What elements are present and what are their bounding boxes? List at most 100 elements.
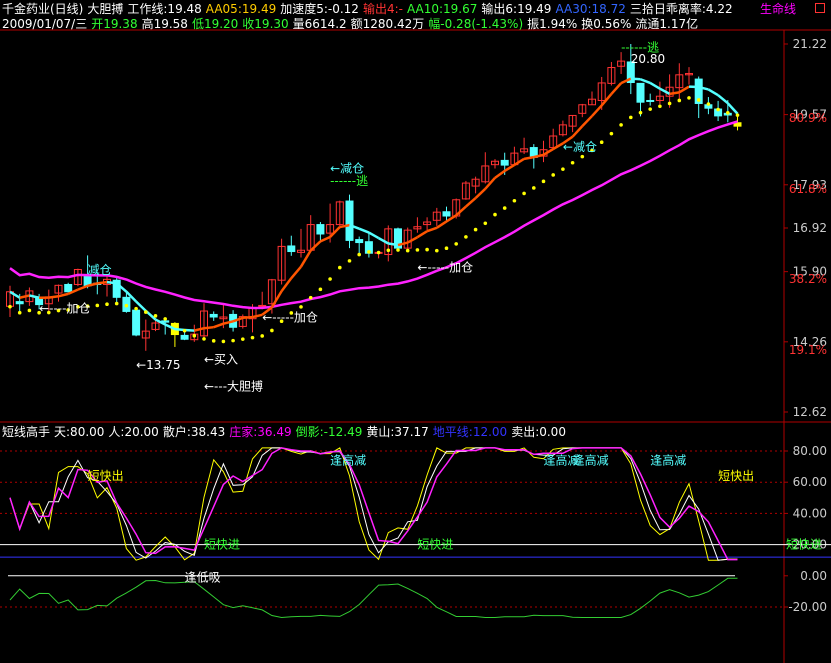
- work-line-segment: [358, 227, 370, 234]
- work-line-segment: [388, 242, 399, 247]
- trend-dot: [444, 246, 449, 250]
- trend-dot: [726, 110, 730, 115]
- trend-dot: [473, 227, 478, 232]
- work-line-segment: [591, 104, 603, 117]
- quote-field-2: 高19.58: [141, 17, 188, 31]
- trend-dot: [696, 98, 701, 102]
- trend-dot: [221, 339, 226, 344]
- candle-body: [636, 82, 645, 103]
- work-line-segment: [319, 235, 331, 243]
- trend-dot: [105, 302, 109, 307]
- percent-tick-label: 38.2%: [789, 272, 827, 286]
- stock-chart: 21.2219.5717.9316.9215.9014.2612.6280.9%…: [0, 29, 831, 663]
- trend-dot: [706, 102, 711, 106]
- trend-dot: [541, 179, 546, 184]
- trend-dot: [396, 248, 400, 252]
- trend-dot: [357, 252, 362, 257]
- quote-field-7: 幅-0.28(-1.43%): [428, 17, 524, 31]
- header-field-7: 输出6:19.49: [481, 2, 552, 16]
- trend-dot: [629, 115, 633, 120]
- trend-dot: [619, 123, 623, 127]
- work-line-segment: [416, 230, 428, 239]
- work-line-segment: [194, 327, 205, 332]
- trend-dot: [493, 212, 497, 217]
- work-line-segment: [106, 280, 117, 285]
- trend-dot: [308, 295, 313, 300]
- maximize-icon[interactable]: [815, 3, 825, 13]
- trend-dot: [270, 328, 274, 333]
- trend-dot: [405, 248, 410, 253]
- trend-dot: [502, 206, 507, 210]
- header-field-4: 加速度5:-0.12: [280, 2, 359, 16]
- trend-dot: [27, 308, 32, 313]
- work-line-segment: [377, 237, 389, 245]
- work-line-segment: [309, 240, 322, 252]
- work-line-segment: [29, 294, 40, 299]
- header-field-5: 输出4:-: [362, 2, 403, 16]
- trend-dot: [318, 287, 323, 292]
- upper-annotation: ←13.75: [136, 358, 180, 372]
- lower-annotation: 短快进: [417, 538, 453, 552]
- work-line-segment: [252, 313, 263, 319]
- work-line-segment: [213, 322, 224, 329]
- trend-dot: [386, 248, 391, 253]
- lower-tick-label: 0.00: [800, 569, 827, 583]
- candle-body: [15, 301, 24, 305]
- work-line-segment: [571, 125, 584, 138]
- candle-body: [180, 334, 189, 340]
- y-tick-label: 12.62: [793, 405, 827, 419]
- lower-annotation: 逢高减: [573, 452, 609, 467]
- trend-dot: [299, 305, 303, 309]
- work-line-segment: [203, 325, 214, 330]
- quote-field-4: 收19.30: [242, 17, 289, 31]
- lower-tick-label: 40.00: [793, 506, 827, 520]
- work-line-segment: [552, 142, 564, 151]
- trend-dot: [561, 167, 565, 171]
- indicator-field-6: 黄山:37.17: [366, 425, 429, 439]
- trend-dot: [599, 140, 604, 145]
- candle-body: [209, 313, 218, 318]
- work-line-segment: [426, 226, 438, 233]
- trend-dot: [464, 235, 468, 239]
- trend-dot: [163, 317, 167, 321]
- header-field-8: AA30:18.72: [555, 2, 626, 16]
- work-line-segment: [600, 93, 613, 107]
- candle-body: [316, 224, 325, 235]
- trend-dot: [114, 301, 119, 306]
- life-line-label: 生命线: [760, 2, 797, 16]
- work-line-segment: [407, 236, 418, 244]
- candle-body: [355, 239, 364, 244]
- candle-body: [500, 159, 509, 166]
- trend-dot: [609, 131, 614, 136]
- trend-dot: [367, 250, 371, 254]
- lower-annotation: 逢高减: [650, 452, 686, 467]
- work-line-segment: [649, 81, 661, 90]
- lower-tick-label: 80.00: [793, 444, 827, 458]
- quote-field-6: 额1280.42万: [350, 17, 425, 31]
- trend-dot: [425, 247, 429, 252]
- trend-dot: [328, 277, 332, 281]
- trend-dot: [522, 191, 526, 196]
- work-line-segment: [630, 77, 641, 81]
- work-line-segment: [659, 87, 671, 95]
- upper-annotation: ←减仓: [563, 140, 597, 154]
- quote-field-5: 量6614.2: [292, 17, 347, 31]
- work-line-segment: [455, 205, 467, 217]
- candle-body: [132, 309, 141, 336]
- indicator-header: 短线高手 天:80.00 人:20.00 散户:38.43 庄家:36.49 倒影:-12…: [2, 425, 570, 440]
- quote-field-3: 低19.20: [191, 17, 239, 31]
- lower-annotation: 短快出: [718, 469, 754, 483]
- work-line-segment: [242, 315, 253, 320]
- indicator-field-7: 地平线:12.00: [432, 425, 508, 439]
- trend-dot: [182, 328, 187, 333]
- work-line-segment: [484, 177, 496, 190]
- trend-dot: [250, 335, 255, 340]
- work-line-segment: [58, 292, 69, 298]
- trend-dot: [532, 186, 536, 190]
- trend-dot: [415, 248, 420, 252]
- candle-body: [345, 200, 354, 241]
- trend-dot: [551, 173, 555, 177]
- trend-dot: [376, 250, 381, 255]
- upper-annotation: ←----加仓: [39, 302, 90, 316]
- percent-tick-label: 19.1%: [789, 343, 827, 357]
